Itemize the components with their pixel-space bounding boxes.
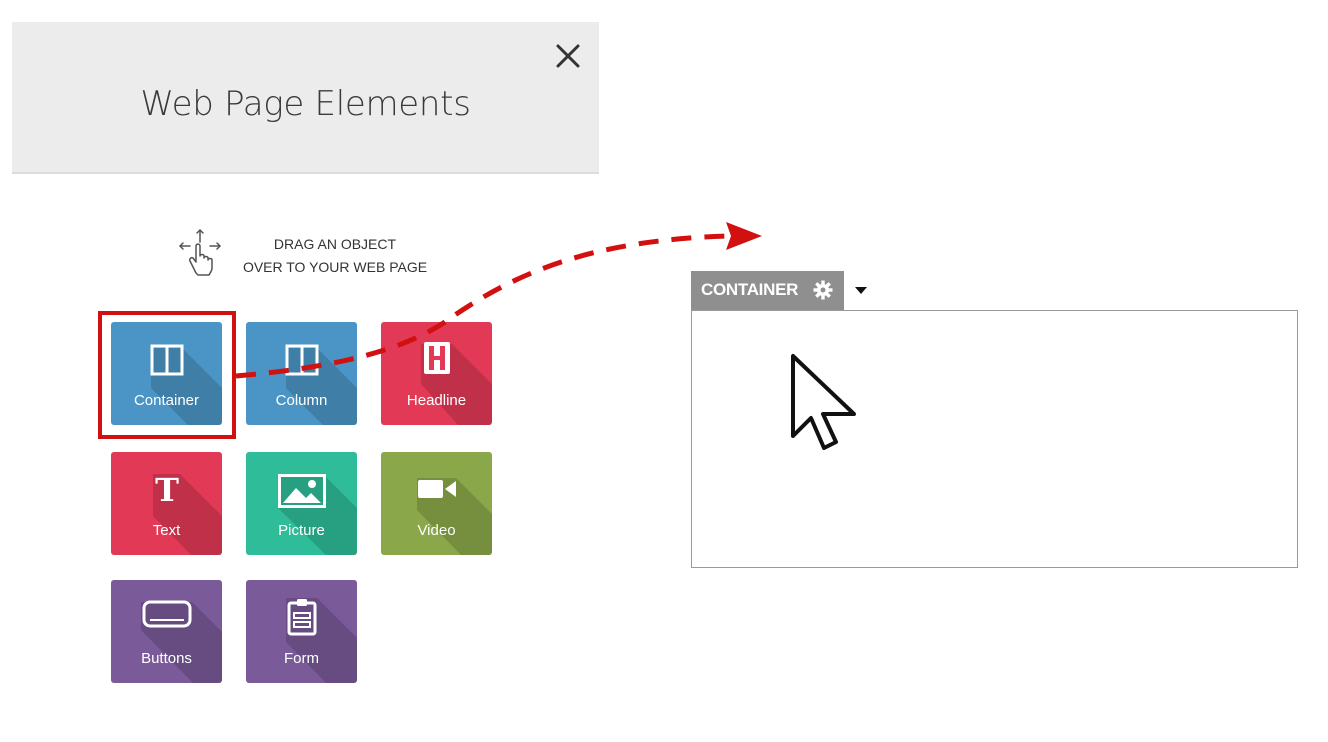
close-icon — [556, 44, 580, 68]
mouse-pointer-icon — [791, 354, 856, 450]
text-icon: T — [155, 472, 179, 508]
drag-hand-icon — [179, 229, 221, 276]
tile-label: Buttons — [141, 650, 192, 667]
arrow-head-icon — [726, 222, 762, 250]
tile-headline[interactable]: Headline — [381, 322, 492, 425]
video-camera-icon — [417, 480, 456, 498]
column-icon — [285, 344, 318, 376]
panel-header: Web Page Elements — [12, 22, 599, 174]
tile-text[interactable]: T Text — [111, 452, 222, 555]
tile-video[interactable]: Video — [381, 452, 492, 555]
tile-label: Column — [275, 392, 328, 409]
headline-icon — [423, 342, 450, 374]
drag-hint-line-1: DRAG AN OBJECT — [273, 236, 397, 252]
tile-label: Picture — [278, 522, 325, 539]
drag-hint: DRAG AN OBJECT OVER TO YOUR WEB PAGE — [176, 228, 446, 280]
tile-picture[interactable]: Picture — [246, 452, 357, 555]
gear-icon[interactable] — [813, 280, 833, 300]
tile-label: Text — [152, 522, 181, 539]
selection-highlight — [98, 311, 236, 439]
picture-icon — [277, 474, 326, 508]
svg-text:T: T — [155, 472, 179, 508]
tile-form[interactable]: Form — [246, 580, 357, 683]
chevron-down-icon[interactable] — [852, 283, 870, 297]
form-icon — [287, 599, 316, 636]
buttons-icon — [142, 600, 191, 628]
tile-label: Form — [284, 650, 319, 667]
container-tab[interactable]: CONTAINER — [691, 271, 844, 310]
container-tab-label: CONTAINER — [701, 280, 799, 299]
close-button[interactable] — [550, 38, 586, 74]
container-drop-area[interactable] — [691, 310, 1298, 568]
drag-hint-line-2: OVER TO YOUR WEB PAGE — [242, 259, 428, 275]
panel-title: Web Page Elements — [140, 84, 471, 124]
tile-label: Headline — [406, 392, 467, 409]
tile-column[interactable]: Column — [246, 322, 357, 425]
tile-buttons[interactable]: Buttons — [111, 580, 222, 683]
tile-label: Video — [417, 522, 456, 539]
